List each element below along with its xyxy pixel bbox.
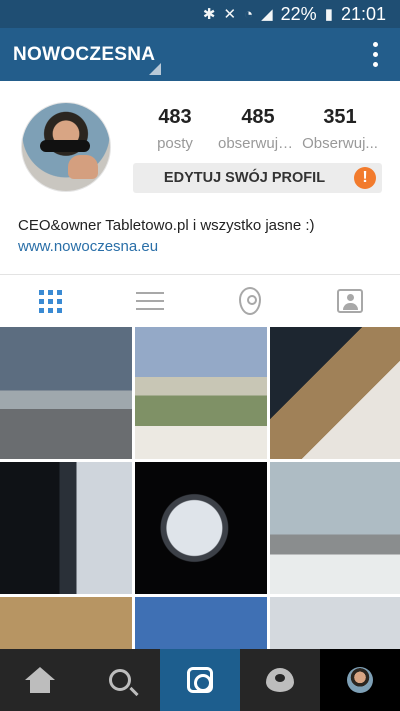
battery-icon: ▮ [324,6,333,23]
photo-tile[interactable] [135,462,267,594]
stat-following[interactable]: 351 Obserwuj... [300,106,380,152]
tagged-person-icon [337,289,363,313]
mute-icon: ✕ [223,6,237,23]
tab-grid[interactable] [0,275,100,327]
photo-tile[interactable] [135,597,267,649]
profile-view-tabs [0,275,400,327]
tab-list[interactable] [100,275,200,327]
profile-header: 483 posty 485 obserwują... 351 Obserwuj.… [0,81,400,274]
account-switcher-caret-icon[interactable] [149,63,161,75]
bluetooth-icon: ✱ [202,6,216,23]
nav-activity[interactable] [240,649,320,711]
photo-grid [0,327,400,649]
tab-map[interactable] [200,275,300,327]
signal-icon: ◢ [261,6,273,23]
profile-website-link[interactable]: www.nowoczesna.eu [18,238,158,255]
nav-home[interactable] [0,649,80,711]
profile-avatar[interactable] [21,102,111,192]
nav-camera[interactable] [160,649,240,711]
photo-tile[interactable] [0,597,132,649]
battery-percent: 22% [280,3,317,24]
profile-bio: CEO&owner Tabletowo.pl i wszystko jasne … [18,217,315,234]
list-icon [136,286,164,316]
activity-heart-icon [266,668,294,692]
photo-tile[interactable] [0,462,132,594]
stat-followers-value: 485 [241,106,275,128]
search-icon [109,669,131,691]
edit-profile-label: EDYTUJ SWÓJ PROFIL [163,170,326,186]
clock: 21:01 [340,3,386,24]
warning-icon: ! [354,167,376,189]
stat-following-value: 351 [323,106,357,128]
tab-tagged[interactable] [300,275,400,327]
camera-icon [187,667,213,693]
photo-tile[interactable] [0,327,132,459]
photo-tile[interactable] [270,327,400,459]
status-bar: ✱ ✕ ◔ ◢ 22% ▮ 21:01 [0,0,400,28]
nav-search[interactable] [80,649,160,711]
edit-profile-button[interactable]: EDYTUJ SWÓJ PROFIL ! [133,163,382,193]
grid-icon [38,289,62,313]
wifi-icon: ◔ [244,5,254,23]
stat-posts[interactable]: 483 posty [135,106,215,152]
photo-tile[interactable] [135,327,267,459]
home-icon [25,667,55,693]
username-title[interactable]: NOWOCZESNA [0,44,155,66]
stat-followers[interactable]: 485 obserwują... [218,106,298,152]
location-pin-icon [239,287,261,315]
bottom-navigation [0,649,400,711]
app-bar: NOWOCZESNA [0,28,400,81]
stat-posts-label: posty [157,135,193,152]
profile-avatar-icon [347,667,373,693]
stat-following-label: Obserwuj... [302,135,378,152]
stat-posts-value: 483 [158,106,192,128]
nav-profile[interactable] [320,649,400,711]
photo-tile[interactable] [270,462,400,594]
photo-tile[interactable] [270,597,400,649]
overflow-menu-icon[interactable] [373,42,378,67]
stat-followers-label: obserwują... [218,135,298,152]
